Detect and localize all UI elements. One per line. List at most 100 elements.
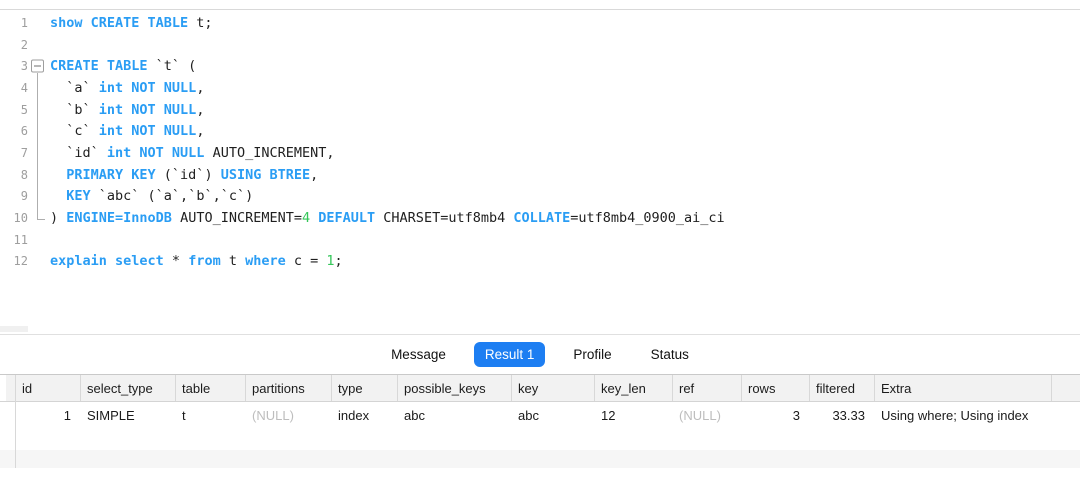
sql-keyword: KEY <box>66 188 90 204</box>
line-number: 12 <box>0 254 28 268</box>
fold-gutter <box>28 251 50 273</box>
column-header-rows[interactable]: rows <box>741 375 809 401</box>
column-header-ref[interactable]: ref <box>672 375 741 401</box>
cell-table[interactable]: t <box>175 408 245 423</box>
code-line[interactable]: 1show CREATE TABLE t; <box>0 12 1080 34</box>
column-header-filtered[interactable]: filtered <box>809 375 874 401</box>
cell-ref[interactable]: (NULL) <box>672 408 741 423</box>
code-text: ) ENGINE=InnoDB AUTO_INCREMENT=4 DEFAULT… <box>50 210 725 226</box>
sql-keyword: COLLATE <box>513 210 570 226</box>
column-header-id[interactable]: id <box>15 375 80 401</box>
sql-text <box>50 167 66 183</box>
code-line[interactable]: 8 PRIMARY KEY (`id`) USING BTREE, <box>0 164 1080 186</box>
code-line[interactable]: 5 `b` int NOT NULL, <box>0 99 1080 121</box>
code-line[interactable]: 7 `id` int NOT NULL AUTO_INCREMENT, <box>0 142 1080 164</box>
fold-gutter <box>28 164 50 186</box>
column-header-type[interactable]: type <box>331 375 397 401</box>
code-text: explain select * from t where c = 1; <box>50 253 343 269</box>
cell-select_type[interactable]: SIMPLE <box>80 408 175 423</box>
collapse-minus-icon[interactable] <box>31 60 44 73</box>
code-line[interactable]: 2 <box>0 34 1080 56</box>
column-header-extra[interactable]: Extra <box>874 375 1051 401</box>
cell-key_len[interactable]: 12 <box>594 408 672 423</box>
sql-text: , <box>310 167 318 183</box>
column-header-table[interactable]: table <box>175 375 245 401</box>
sql-text: `abc` (`a`,`b`,`c`) <box>91 188 254 204</box>
fold-gutter <box>28 34 50 56</box>
grid-body: 1SIMPLEt(NULL)indexabcabc12(NULL)333.33U… <box>0 402 1080 428</box>
sql-text: , <box>196 80 204 96</box>
sql-text: (`id`) <box>156 167 221 183</box>
sql-text: AUTO_INCREMENT= <box>172 210 302 226</box>
sql-text: ) <box>50 210 66 226</box>
code-text: KEY `abc` (`a`,`b`,`c`) <box>50 188 253 204</box>
row-selector-gutter[interactable] <box>6 375 15 401</box>
editor-lines[interactable]: 1show CREATE TABLE t;23CREATE TABLE `t` … <box>0 9 1080 334</box>
fold-gutter <box>28 99 50 121</box>
sql-keyword: DEFAULT <box>318 210 375 226</box>
sql-keyword: int NOT NULL <box>99 80 197 96</box>
column-header-partitions[interactable]: partitions <box>245 375 331 401</box>
line-number: 11 <box>0 233 28 247</box>
sql-keyword: int NOT NULL <box>99 102 197 118</box>
sql-number: 1 <box>326 253 334 269</box>
code-text: `b` int NOT NULL, <box>50 102 204 118</box>
code-text: `id` int NOT NULL AUTO_INCREMENT, <box>50 145 335 161</box>
editor-scroll-corner <box>0 326 28 332</box>
sql-text: t; <box>188 15 212 31</box>
fold-toggle-icon[interactable] <box>28 55 50 77</box>
table-row[interactable]: 1SIMPLEt(NULL)indexabcabc12(NULL)333.33U… <box>0 402 1080 428</box>
tab-profile[interactable]: Profile <box>562 342 622 367</box>
sql-text: `b` <box>50 102 99 118</box>
sql-text: CHARSET=utf8mb4 <box>375 210 513 226</box>
tab-status[interactable]: Status <box>640 342 700 367</box>
line-number: 2 <box>0 38 28 52</box>
code-text: `a` int NOT NULL, <box>50 80 204 96</box>
column-header-select_type[interactable]: select_type <box>80 375 175 401</box>
sql-text: `id` <box>50 145 107 161</box>
sql-editor-window: 1show CREATE TABLE t;23CREATE TABLE `t` … <box>0 0 1080 477</box>
fold-gutter <box>28 12 50 34</box>
sql-keyword: CREATE TABLE <box>50 58 148 74</box>
line-number: 10 <box>0 211 28 225</box>
column-header-key_len[interactable]: key_len <box>594 375 672 401</box>
result-grid: idselect_typetablepartitionstypepossible… <box>0 375 1080 468</box>
line-number: 8 <box>0 168 28 182</box>
cell-rows[interactable]: 3 <box>741 408 809 423</box>
sql-keyword: ENGINE=InnoDB <box>66 210 172 226</box>
code-text: show CREATE TABLE t; <box>50 15 213 31</box>
result-tabbar: Message Result 1 Profile Status <box>0 334 1080 375</box>
sql-keyword: USING BTREE <box>221 167 310 183</box>
cell-type[interactable]: index <box>331 408 397 423</box>
sql-text: `t` ( <box>148 58 197 74</box>
code-line[interactable]: 12 explain select * from t where c = 1; <box>0 251 1080 273</box>
sql-editor[interactable]: 1show CREATE TABLE t;23CREATE TABLE `t` … <box>0 0 1080 334</box>
grid-header: idselect_typetablepartitionstypepossible… <box>0 375 1080 402</box>
code-line[interactable]: 10) ENGINE=InnoDB AUTO_INCREMENT=4 DEFAU… <box>0 207 1080 229</box>
sql-text: AUTO_INCREMENT, <box>204 145 334 161</box>
sql-number: 4 <box>302 210 310 226</box>
cell-key[interactable]: abc <box>511 408 594 423</box>
cell-filtered[interactable]: 33.33 <box>809 408 874 423</box>
cell-id[interactable]: 1 <box>15 408 80 423</box>
fold-gutter <box>28 77 50 99</box>
code-line[interactable]: 11 <box>0 229 1080 251</box>
sql-text: , <box>196 102 204 118</box>
code-line[interactable]: 9 KEY `abc` (`a`,`b`,`c`) <box>0 186 1080 208</box>
sql-text <box>50 188 66 204</box>
cell-partitions[interactable]: (NULL) <box>245 408 331 423</box>
code-line[interactable]: 3CREATE TABLE `t` ( <box>0 55 1080 77</box>
sql-keyword: explain select <box>50 253 164 269</box>
code-line[interactable]: 6 `c` int NOT NULL, <box>0 120 1080 142</box>
tab-result-1[interactable]: Result 1 <box>474 342 546 367</box>
cell-extra[interactable]: Using where; Using index <box>874 408 1051 423</box>
column-header-key[interactable]: key <box>511 375 594 401</box>
code-line[interactable]: 4 `a` int NOT NULL, <box>0 77 1080 99</box>
cell-possible_keys[interactable]: abc <box>397 408 511 423</box>
tab-message[interactable]: Message <box>380 342 457 367</box>
line-number: 6 <box>0 124 28 138</box>
fold-gutter <box>28 120 50 142</box>
code-text: PRIMARY KEY (`id`) USING BTREE, <box>50 167 318 183</box>
column-header-possible_keys[interactable]: possible_keys <box>397 375 511 401</box>
fold-gutter <box>28 229 50 251</box>
